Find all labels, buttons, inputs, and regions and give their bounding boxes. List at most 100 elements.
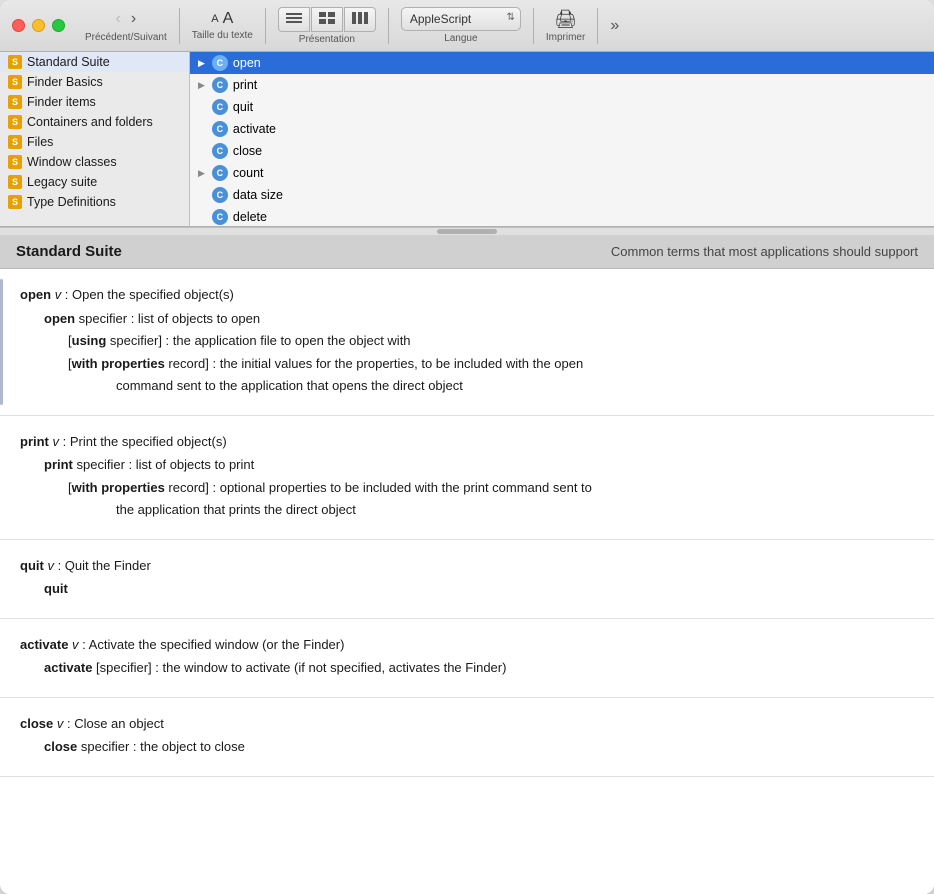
cmd-label-delete: delete (233, 210, 267, 224)
print-line-3: the application that prints the direct o… (116, 500, 914, 520)
prev-next-group: ‹ › Précédent/Suivant (85, 8, 167, 43)
quit-line-1: quit (44, 579, 914, 599)
print-line-1: print specifier : list of objects to pri… (44, 455, 914, 475)
font-decrease-button[interactable]: A (211, 13, 218, 25)
sidebar-item-legacy-suite[interactable]: S Legacy suite (0, 172, 189, 192)
activate-headline: activate v : Activate the specified wind… (20, 635, 914, 655)
open-line-2: [using specifier] : the application file… (68, 331, 914, 351)
close-headline: close v : Close an object (20, 714, 914, 734)
open-kw: open (20, 287, 51, 302)
close-button[interactable] (12, 19, 25, 32)
top-section: S Standard Suite S Finder Basics S Finde… (0, 52, 934, 235)
sidebar-item-type-definitions[interactable]: S Type Definitions (0, 192, 189, 212)
sidebar-label-files: Files (27, 135, 53, 149)
command-data-size[interactable]: ▶ C data size (190, 184, 934, 206)
entry-open: open v : Open the specified object(s) op… (0, 269, 934, 416)
font-size-label: Taille du texte (192, 30, 253, 41)
sidebar-item-containers-folders[interactable]: S Containers and folders (0, 112, 189, 132)
open-line-1: open specifier : list of objects to open (44, 309, 914, 329)
open-line-3: [with properties record] : the initial v… (68, 354, 914, 374)
cmd-label-count: count (233, 166, 264, 180)
command-close[interactable]: ▶ C close (190, 140, 934, 162)
open-accent (0, 279, 3, 405)
separator-4 (533, 8, 534, 44)
sidebar-item-window-classes[interactable]: S Window classes (0, 152, 189, 172)
separator-3 (388, 8, 389, 44)
command-count[interactable]: ▶ C count (190, 162, 934, 184)
cmd-badge-print: C (212, 77, 228, 93)
cmd-arrow-print: ▶ (198, 80, 205, 91)
entry-activate: activate v : Activate the specified wind… (0, 619, 934, 698)
cmd-label-quit: quit (233, 100, 253, 114)
detail-content: open v : Open the specified object(s) op… (0, 269, 934, 894)
cmd-arrow-count: ▶ (198, 168, 205, 179)
command-print[interactable]: ▶ C print (190, 74, 934, 96)
close-line-1: close specifier : the object to close (44, 737, 914, 757)
scrollbar-thumb (437, 229, 497, 234)
cmd-badge-quit: C (212, 99, 228, 115)
open-headline-rest: v : Open the specified object(s) (51, 287, 234, 302)
section-title: Standard Suite (16, 243, 122, 260)
more-button[interactable]: » (610, 17, 619, 35)
separator-1 (179, 8, 180, 44)
entry-print: print v : Print the specified object(s) … (0, 416, 934, 540)
print-line-2: [with properties record] : optional prop… (68, 478, 914, 498)
maximize-button[interactable] (52, 19, 65, 32)
print-headline: print v : Print the specified object(s) (20, 432, 914, 452)
section-header: Standard Suite Common terms that most ap… (0, 235, 934, 269)
finder-window: Finder ‹ › Précédent/Suivant A A Taille … (0, 0, 934, 894)
sidebar-badge-containers-folders: S (8, 115, 22, 129)
sidebar-item-finder-items[interactable]: S Finder items (0, 92, 189, 112)
cmd-label-open: open (233, 56, 261, 70)
sidebar-item-standard-suite[interactable]: S Standard Suite (0, 52, 189, 72)
sidebar-item-files[interactable]: S Files (0, 132, 189, 152)
print-group[interactable]: 🖨 Imprimer (546, 9, 585, 43)
pres-list-button[interactable] (278, 7, 310, 32)
minimize-button[interactable] (32, 19, 45, 32)
column-view-icon (352, 12, 368, 24)
language-select[interactable]: AppleScript (401, 7, 521, 31)
quit-headline: quit v : Quit the Finder (20, 556, 914, 576)
command-activate[interactable]: ▶ C activate (190, 118, 934, 140)
titlebar: Finder ‹ › Précédent/Suivant A A Taille … (0, 0, 934, 52)
sidebar-label-legacy-suite: Legacy suite (27, 175, 97, 189)
pres-column-button[interactable] (344, 7, 376, 32)
presentation-group: Présentation (278, 7, 376, 45)
sidebar-item-finder-basics[interactable]: S Finder Basics (0, 72, 189, 92)
cmd-label-print: print (233, 78, 257, 92)
command-delete[interactable]: ▶ C delete (190, 206, 934, 226)
font-size-buttons: A A (211, 10, 233, 28)
entry-quit: quit v : Quit the Finder quit (0, 540, 934, 619)
next-button[interactable]: › (127, 8, 140, 30)
pres-grid-button[interactable] (311, 7, 343, 32)
sidebar-label-containers-folders: Containers and folders (27, 115, 153, 129)
presentation-label: Présentation (299, 34, 355, 45)
command-open[interactable]: ▶ C open (190, 52, 934, 74)
cmd-label-data-size: data size (233, 188, 283, 202)
prev-button[interactable]: ‹ (112, 8, 125, 30)
cmd-badge-count: C (212, 165, 228, 181)
toolbar: ‹ › Précédent/Suivant A A Taille du text… (85, 7, 922, 45)
presentation-buttons (278, 7, 376, 32)
sidebar-label-window-classes: Window classes (27, 155, 117, 169)
separator-2 (265, 8, 266, 44)
sidebar-label-finder-items: Finder items (27, 95, 96, 109)
print-icon: 🖨 (554, 9, 577, 30)
language-group: AppleScript Langue (401, 7, 521, 44)
sidebar-badge-files: S (8, 135, 22, 149)
main-content: S Standard Suite S Finder Basics S Finde… (0, 52, 934, 894)
font-increase-button[interactable]: A (223, 10, 234, 28)
list-view-icon (286, 12, 302, 24)
command-quit[interactable]: ▶ C quit (190, 96, 934, 118)
cmd-arrow-open: ▶ (198, 58, 205, 69)
separator-5 (597, 8, 598, 44)
sidebar-badge-finder-items: S (8, 95, 22, 109)
traffic-lights (12, 19, 65, 32)
sidebar-label-finder-basics: Finder Basics (27, 75, 103, 89)
horizontal-scrollbar[interactable] (0, 227, 934, 235)
cmd-badge-close: C (212, 143, 228, 159)
cmd-badge-delete: C (212, 209, 228, 225)
entry-close: close v : Close an object close specifie… (0, 698, 934, 777)
sidebar-label-type-definitions: Type Definitions (27, 195, 116, 209)
sidebar-badge-window-classes: S (8, 155, 22, 169)
